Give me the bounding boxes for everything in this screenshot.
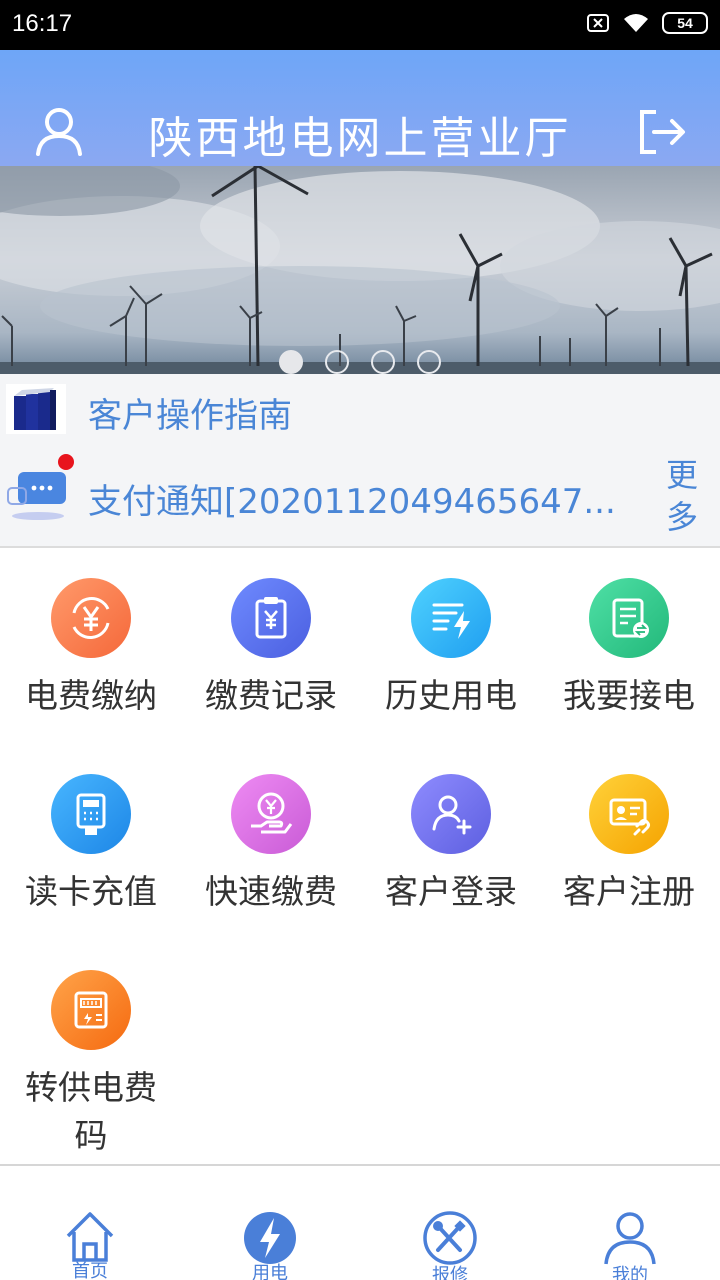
- books-icon: [6, 384, 66, 434]
- tab-home[interactable]: 首页: [40, 1210, 140, 1280]
- profile-icon: [604, 1212, 656, 1265]
- carousel-dot-1[interactable]: [279, 350, 303, 374]
- customer-guide-link[interactable]: 客户操作指南: [88, 388, 292, 437]
- grid-item-quick-pay[interactable]: 快速缴费: [181, 774, 361, 916]
- hand-coin-icon: [231, 774, 311, 854]
- document-exchange-icon: [589, 578, 669, 658]
- grid-item-usage-history[interactable]: 历史用电: [361, 578, 541, 720]
- grid-item-card-recharge[interactable]: 读卡充值: [1, 774, 181, 916]
- grid-item-customer-login[interactable]: 客户登录: [361, 774, 541, 916]
- bottom-tab-bar: 首页 用电 报修 我的: [0, 1166, 720, 1280]
- banner-carousel[interactable]: [0, 166, 720, 374]
- lightning-icon: [244, 1212, 296, 1264]
- user-add-icon: [411, 774, 491, 854]
- grid-item-payment-records[interactable]: 缴费记录: [181, 578, 361, 720]
- payment-notice-text[interactable]: 支付通知[2020112049465647...: [88, 474, 638, 523]
- logout-icon[interactable]: [636, 106, 688, 158]
- grid-label: 快速缴费: [205, 872, 337, 911]
- notice-area: 客户操作指南 支付通知[2020112049465647... 更多: [0, 374, 720, 548]
- battery-indicator: 54: [662, 12, 708, 34]
- status-time: 16:17: [12, 10, 73, 37]
- user-icon[interactable]: [34, 106, 84, 158]
- tab-mine[interactable]: 我的: [580, 1210, 680, 1280]
- page-title: 陕西地电网上营业厅: [148, 113, 572, 164]
- home-icon: [66, 1212, 114, 1262]
- bolt-list-icon: [411, 578, 491, 658]
- tab-label: 用电: [252, 1263, 288, 1280]
- grid-label: 缴费记录: [205, 676, 337, 715]
- clipboard-yuan-icon: [231, 578, 311, 658]
- tab-label: 我的: [612, 1265, 648, 1280]
- no-sim-icon: [587, 14, 609, 32]
- grid-label: 电费缴纳: [25, 676, 157, 715]
- grid-item-apply-connection[interactable]: 我要接电: [539, 578, 719, 720]
- id-card-link-icon: [589, 774, 669, 854]
- wifi-icon: [624, 14, 648, 32]
- status-icons: 54: [586, 12, 708, 34]
- carousel-dot-4[interactable]: [417, 350, 441, 374]
- wind-farm-image: [0, 166, 720, 374]
- grid-item-transfer-fee-code[interactable]: 转供电费码: [1, 970, 181, 1160]
- grid-label: 我要接电: [563, 676, 695, 715]
- grid-label: 读卡充值: [25, 872, 157, 911]
- grid-label: 历史用电: [385, 676, 517, 715]
- grid-item-customer-register[interactable]: 客户注册: [539, 774, 719, 916]
- carousel-dot-3[interactable]: [371, 350, 395, 374]
- tools-icon: [423, 1211, 477, 1265]
- grid-label: 客户登录: [385, 872, 517, 911]
- carousel-dot-2[interactable]: [325, 350, 349, 374]
- card-reader-icon: [51, 774, 131, 854]
- grid-label: 客户注册: [563, 872, 695, 911]
- tab-electricity[interactable]: 用电: [220, 1210, 320, 1280]
- yuan-refresh-icon: [51, 578, 131, 658]
- tab-repair[interactable]: 报修: [400, 1210, 500, 1280]
- app-header: 陕西地电网上营业厅: [0, 50, 720, 166]
- grid-item-pay-bill[interactable]: 电费缴纳: [1, 578, 181, 720]
- more-link[interactable]: 更多: [662, 454, 702, 538]
- grid-label: 转供电费码: [25, 1068, 157, 1155]
- status-bar: 16:17 54: [0, 0, 720, 50]
- meter-icon: [51, 970, 131, 1050]
- unread-badge: [58, 454, 74, 470]
- tab-label: 报修: [432, 1265, 468, 1280]
- tab-label: 首页: [72, 1261, 108, 1280]
